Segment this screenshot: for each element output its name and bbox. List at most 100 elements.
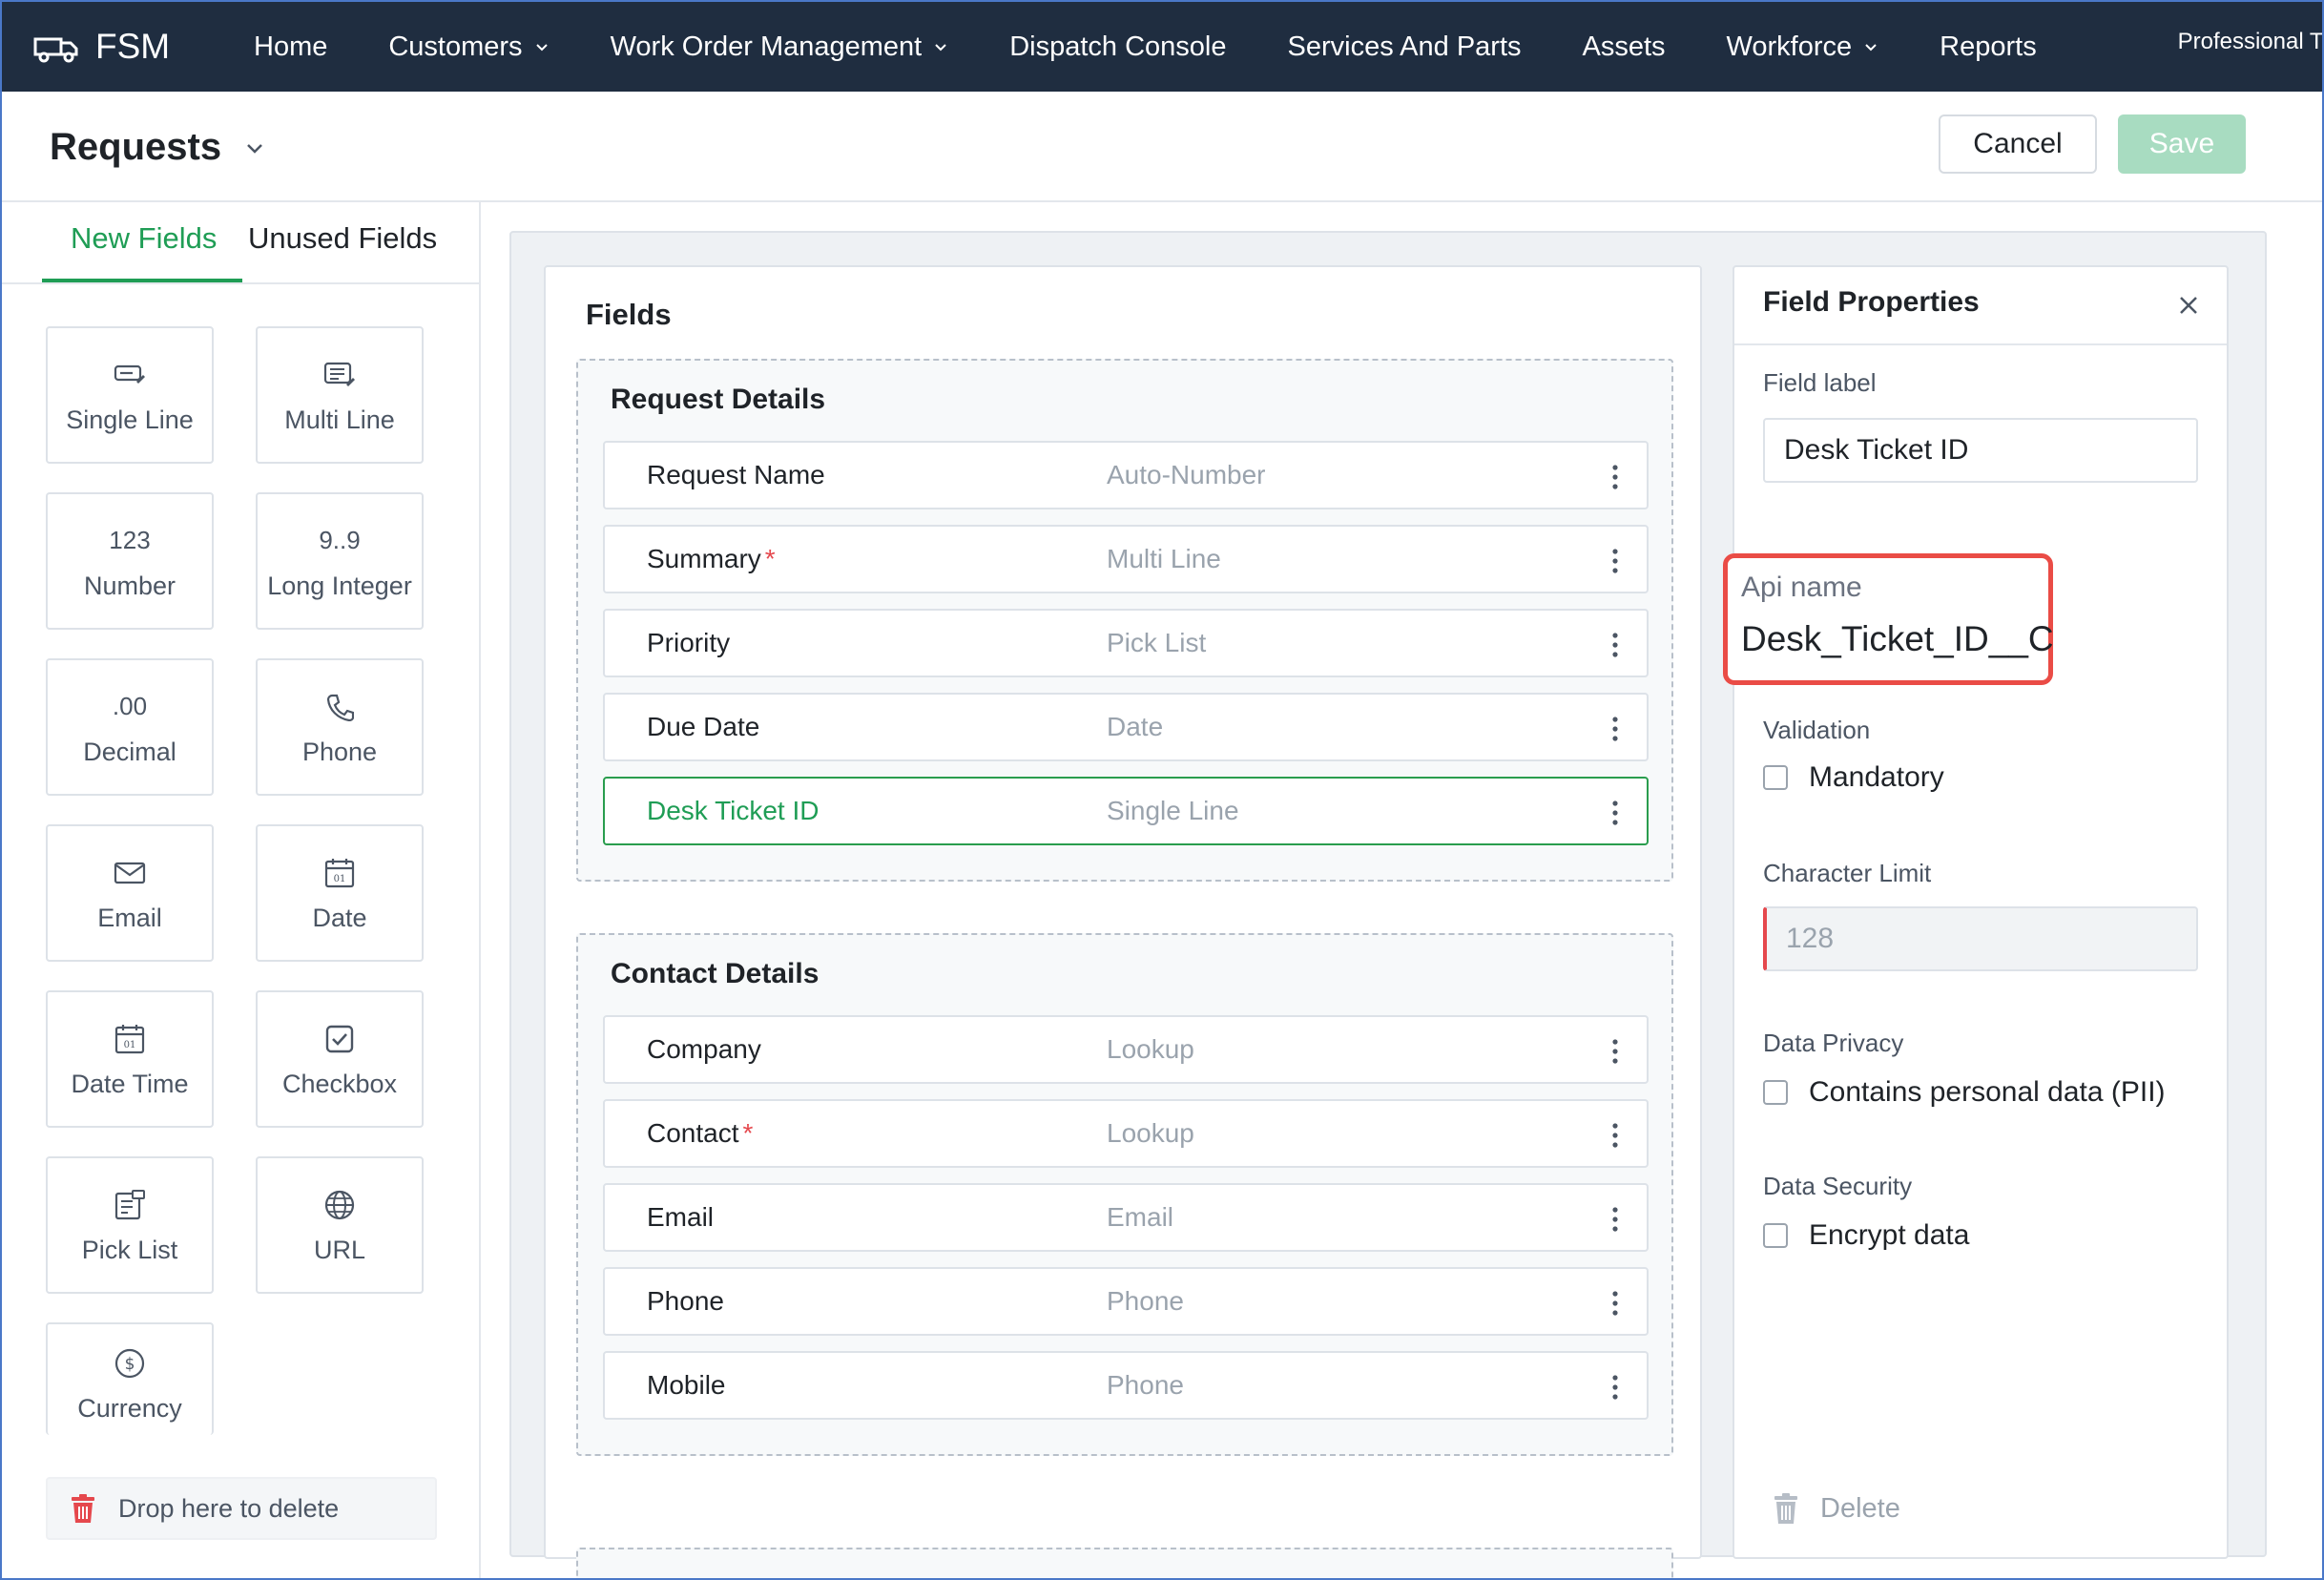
- nav-item-label: Reports: [1940, 31, 2037, 62]
- field-tile-email[interactable]: Email: [46, 824, 214, 962]
- close-icon[interactable]: [2177, 294, 2200, 317]
- api-name-value: Desk_Ticket_ID__C: [1741, 619, 2054, 658]
- delete-drop-zone[interactable]: Drop here to delete: [46, 1477, 437, 1540]
- more-options-icon[interactable]: [1610, 1372, 1620, 1403]
- drop-zone-label: Drop here to delete: [118, 1493, 340, 1523]
- field-tile-checkbox[interactable]: Checkbox: [256, 990, 424, 1128]
- field-tile-date[interactable]: 01 Date: [256, 824, 424, 962]
- more-options-icon[interactable]: [1610, 546, 1620, 576]
- single-line-icon: [114, 356, 146, 394]
- encrypt-checkbox[interactable]: Encrypt data: [1763, 1219, 1969, 1252]
- delete-field-button[interactable]: Delete: [1773, 1492, 1900, 1525]
- more-options-icon[interactable]: [1610, 630, 1620, 660]
- field-row-company[interactable]: Company Lookup: [603, 1015, 1649, 1084]
- pii-checkbox-box[interactable]: [1763, 1080, 1788, 1105]
- field-label-caption: Field label: [1763, 368, 1877, 397]
- brand[interactable]: FSM: [32, 27, 195, 67]
- properties-header: Field Properties: [1734, 267, 2227, 345]
- more-options-icon[interactable]: [1610, 714, 1620, 744]
- tile-label: Date: [312, 903, 367, 932]
- field-row-label: Summary *: [647, 544, 776, 574]
- date-time-icon: 01: [114, 1020, 146, 1058]
- tile-label: Email: [97, 903, 162, 932]
- required-marker: *: [742, 1118, 754, 1148]
- mandatory-checkbox-box[interactable]: [1763, 765, 1788, 790]
- active-tab-indicator: [42, 279, 242, 282]
- field-tile-url[interactable]: URL: [256, 1156, 424, 1294]
- nav-item-workforce[interactable]: Workforce: [1727, 31, 1879, 63]
- nav-item-reports[interactable]: Reports: [1940, 31, 2037, 63]
- decimal-icon: .00: [113, 688, 147, 726]
- field-tile-single-line[interactable]: Single Line: [46, 326, 214, 464]
- tile-label: Pick List: [81, 1235, 178, 1264]
- tab-new-fields[interactable]: New Fields: [71, 221, 217, 256]
- field-row-mobile[interactable]: Mobile Phone: [603, 1351, 1649, 1420]
- trash-icon: [1774, 1493, 1797, 1524]
- field-row-due-date[interactable]: Due Date Date: [603, 693, 1649, 761]
- character-limit-input[interactable]: 128: [1763, 906, 2198, 971]
- encrypt-label: Encrypt data: [1809, 1219, 1970, 1251]
- palette-tabs: New Fields Unused Fields: [2, 202, 479, 284]
- more-options-icon[interactable]: [1610, 1036, 1620, 1067]
- tile-label: Decimal: [83, 737, 176, 766]
- nav-item-work-order-management[interactable]: Work Order Management: [611, 31, 949, 63]
- field-palette: New Fields Unused Fields Single Line Mult…: [2, 202, 481, 1578]
- field-tile-number[interactable]: 123 Number: [46, 492, 214, 630]
- delete-label: Delete: [1820, 1492, 1900, 1524]
- field-name: Phone: [647, 1286, 724, 1316]
- section-contact-details[interactable]: Contact Details Company Lookup Contact * Look…: [576, 933, 1673, 1456]
- field-tile-phone[interactable]: Phone: [256, 658, 424, 796]
- pii-checkbox[interactable]: Contains personal data (PII): [1763, 1076, 2166, 1109]
- nav-item-customers[interactable]: Customers: [388, 31, 549, 63]
- field-tile-date-time[interactable]: 01 Date Time: [46, 990, 214, 1128]
- field-row-priority[interactable]: Priority Pick List: [603, 609, 1649, 677]
- long-integer-icon: 9..9: [319, 522, 360, 560]
- nav-item-services-and-parts[interactable]: Services And Parts: [1288, 31, 1522, 63]
- field-type: Email: [1107, 1202, 1174, 1232]
- nav-item-home[interactable]: Home: [254, 31, 327, 63]
- field-tile-currency[interactable]: $ Currency: [46, 1322, 214, 1435]
- field-row-request-name[interactable]: Request Name Auto-Number: [603, 441, 1649, 509]
- module-switcher[interactable]: Requests: [50, 126, 265, 169]
- api-name-highlight: Api name Desk_Ticket_ID__C: [1723, 553, 2054, 685]
- field-row-summary[interactable]: Summary * Multi Line: [603, 525, 1649, 593]
- field-row-contact[interactable]: Contact * Lookup: [603, 1099, 1649, 1168]
- field-name: Email: [647, 1202, 715, 1232]
- tile-label: Currency: [77, 1394, 182, 1423]
- section-title: Contact Details: [611, 958, 820, 989]
- field-tile-long-integer[interactable]: 9..9 Long Integer: [256, 492, 424, 630]
- field-type: Lookup: [1107, 1034, 1194, 1064]
- field-type: Lookup: [1107, 1118, 1194, 1148]
- field-row-desk-ticket-id[interactable]: Desk Ticket ID Single Line: [603, 777, 1649, 845]
- field-row-label: Priority: [647, 628, 730, 658]
- properties-title: Field Properties: [1763, 286, 1980, 318]
- more-options-icon[interactable]: [1610, 462, 1620, 492]
- chevron-down-icon: [1865, 44, 1877, 52]
- multi-line-icon: [323, 356, 356, 394]
- tab-unused-fields[interactable]: Unused Fields: [248, 221, 437, 256]
- mandatory-checkbox[interactable]: Mandatory: [1763, 761, 1944, 794]
- more-options-icon[interactable]: [1610, 1120, 1620, 1151]
- nav-item-assets[interactable]: Assets: [1583, 31, 1666, 63]
- field-type: Pick List: [1107, 628, 1207, 657]
- section-request-details[interactable]: Request Details Request Name Auto-Number Su…: [576, 359, 1673, 882]
- field-tile-pick-list[interactable]: Pick List: [46, 1156, 214, 1294]
- data-privacy-caption: Data Privacy: [1763, 1029, 1904, 1057]
- field-type: Multi Line: [1107, 544, 1221, 573]
- field-tile-decimal[interactable]: .00 Decimal: [46, 658, 214, 796]
- phone-icon: [325, 688, 354, 726]
- field-tile-multi-line[interactable]: Multi Line: [256, 326, 424, 464]
- currency-icon: $: [114, 1344, 146, 1382]
- more-options-icon[interactable]: [1610, 1204, 1620, 1235]
- plan-label[interactable]: Professional Tri: [2178, 29, 2322, 55]
- field-row-phone[interactable]: Phone Phone: [603, 1267, 1649, 1336]
- field-label-input[interactable]: Desk Ticket ID: [1763, 418, 2198, 483]
- field-row-email[interactable]: Email Email: [603, 1183, 1649, 1252]
- more-options-icon[interactable]: [1610, 1288, 1620, 1319]
- save-button[interactable]: Save: [2118, 114, 2246, 174]
- cancel-button[interactable]: Cancel: [1939, 114, 2097, 174]
- more-options-icon[interactable]: [1610, 798, 1620, 828]
- encrypt-checkbox-box[interactable]: [1763, 1223, 1788, 1248]
- nav-item-dispatch-console[interactable]: Dispatch Console: [1009, 31, 1226, 63]
- fields-title: Fields: [586, 298, 672, 331]
